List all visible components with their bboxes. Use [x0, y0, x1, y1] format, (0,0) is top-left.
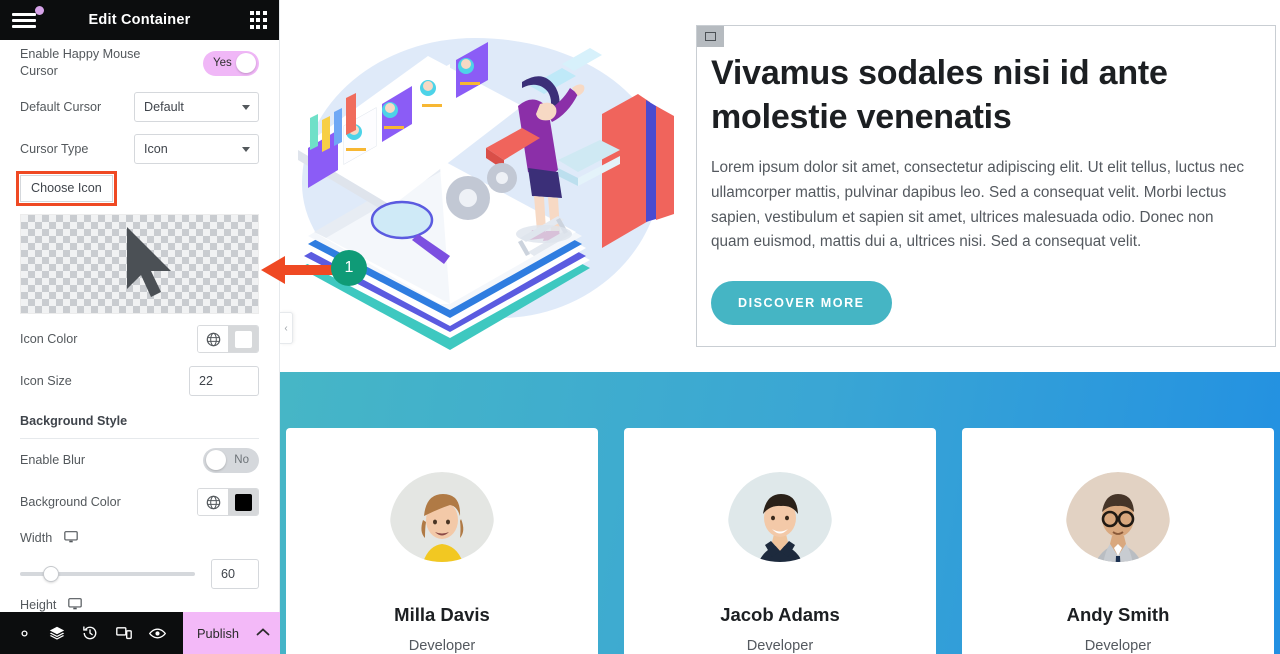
- enable-happy-mouse-cursor-toggle[interactable]: Yes: [203, 50, 259, 76]
- chevron-down-icon: [242, 147, 250, 152]
- hero-content-container[interactable]: Vivamus sodales nisi id ante molestie ve…: [696, 25, 1276, 347]
- hero-paragraph: Lorem ipsum dolor sit amet, consectetur …: [711, 159, 1245, 251]
- globe-icon[interactable]: [198, 326, 228, 352]
- footer-icon-bar: [0, 612, 183, 654]
- publish-area: Publish: [183, 612, 280, 654]
- chevron-down-icon: [242, 105, 250, 110]
- width-slider-row: 60: [20, 555, 259, 589]
- member-role: Developer: [746, 638, 814, 654]
- control-background-color: Background Color: [20, 481, 259, 523]
- settings-gear-icon[interactable]: [16, 625, 33, 642]
- control-width: Width: [20, 523, 259, 555]
- control-label: Default Cursor: [20, 99, 102, 114]
- control-label: Icon Color: [20, 331, 78, 346]
- recruitment-illustration-svg: [298, 42, 674, 350]
- hero-section: Vivamus sodales nisi id ante molestie ve…: [280, 0, 1280, 372]
- notification-dot: [35, 6, 44, 15]
- control-label: Width: [20, 530, 78, 547]
- avatar: [390, 472, 494, 562]
- toggle-knob: [206, 450, 226, 470]
- enable-blur-toggle[interactable]: No: [203, 447, 259, 473]
- control-label: Enable Happy Mouse Cursor: [20, 47, 141, 78]
- panel-collapse-handle[interactable]: ‹: [280, 312, 293, 344]
- panel-header: Edit Container: [0, 0, 279, 40]
- icon-preview[interactable]: [20, 214, 259, 314]
- screen-root: Vivamus sodales nisi id ante molestie ve…: [0, 0, 1280, 654]
- panel-title: Edit Container: [88, 12, 191, 28]
- control-icon-size: Icon Size 22: [20, 360, 259, 402]
- control-default-cursor: Default Cursor Default: [20, 86, 259, 128]
- cursor-type-select[interactable]: Icon: [134, 134, 259, 164]
- member-name: Jacob Adams: [720, 604, 840, 625]
- hamburger-icon[interactable]: [12, 6, 44, 29]
- control-enable-happy-mouse-cursor: Enable Happy Mouse Cursor Yes: [20, 40, 259, 86]
- default-cursor-select[interactable]: Default: [134, 92, 259, 122]
- panel-body: Enable Happy Mouse Cursor Yes Default Cu…: [0, 40, 279, 612]
- width-slider[interactable]: [20, 566, 195, 582]
- control-label: Cursor Type: [20, 141, 89, 156]
- control-enable-blur: Enable Blur No: [20, 439, 259, 481]
- background-color-swatch[interactable]: [228, 489, 258, 515]
- step-annotation: 1: [255, 250, 375, 295]
- member-name: Milla Davis: [394, 604, 490, 625]
- editor-canvas: Vivamus sodales nisi id ante molestie ve…: [280, 0, 1280, 654]
- choose-icon-button[interactable]: Choose Icon: [20, 175, 113, 202]
- responsive-desktop-icon[interactable]: [63, 530, 78, 548]
- chevron-up-icon[interactable]: [256, 624, 270, 642]
- step-number-badge: 1: [331, 250, 367, 286]
- team-card[interactable]: Andy Smith Developer: [962, 428, 1274, 654]
- member-role: Developer: [1084, 638, 1152, 654]
- toggle-value: Yes: [213, 56, 232, 69]
- team-card[interactable]: Milla Davis Developer: [286, 428, 598, 654]
- grid-apps-icon[interactable]: [249, 11, 267, 29]
- control-height: Height: [20, 589, 259, 612]
- hero-title: Vivamus sodales nisi id ante molestie ve…: [711, 54, 1168, 136]
- control-label: Height: [20, 597, 82, 612]
- control-icon-color: Icon Color: [20, 318, 259, 360]
- icon-size-input[interactable]: 22: [189, 366, 259, 396]
- history-revisions-icon[interactable]: [81, 624, 99, 642]
- width-label-text: Width: [20, 531, 53, 546]
- discover-more-button[interactable]: DISCOVER MORE: [711, 281, 892, 326]
- icon-color-swatch[interactable]: [228, 326, 258, 352]
- panel-footer: Publish: [0, 612, 280, 654]
- member-name: Andy Smith: [1066, 604, 1170, 625]
- container-handle-icon[interactable]: [697, 26, 724, 47]
- team-section: Milla Davis Developer Jacob Adams Develo…: [280, 372, 1280, 654]
- width-input[interactable]: 60: [211, 559, 259, 589]
- background-style-heading: Background Style: [20, 414, 128, 428]
- control-label: Background Color: [20, 494, 121, 509]
- choose-icon-wrapper: Choose Icon: [16, 171, 117, 206]
- slider-thumb[interactable]: [42, 566, 59, 582]
- layers-navigator-icon[interactable]: [48, 624, 66, 642]
- preview-eye-icon[interactable]: [148, 624, 167, 643]
- responsive-desktop-icon[interactable]: [68, 597, 82, 612]
- background-color-control[interactable]: [197, 488, 259, 516]
- avatar: [1066, 472, 1170, 562]
- toggle-knob: [236, 53, 256, 73]
- select-value: Default: [144, 100, 184, 114]
- elementor-edit-panel: Edit Container Enable Happy Mouse Cursor…: [0, 0, 280, 654]
- height-label-text: Height: [20, 598, 57, 612]
- responsive-mode-icon[interactable]: [115, 624, 133, 642]
- publish-button[interactable]: Publish: [197, 626, 239, 641]
- select-value: Icon: [144, 142, 168, 156]
- mouse-pointer-icon: [127, 227, 171, 297]
- avatar: [728, 472, 832, 562]
- member-role: Developer: [408, 638, 476, 654]
- control-cursor-type: Cursor Type Icon: [20, 128, 259, 170]
- icon-color-control[interactable]: [197, 325, 259, 353]
- team-card[interactable]: Jacob Adams Developer: [624, 428, 936, 654]
- globe-icon[interactable]: [198, 489, 228, 515]
- control-label: Enable Blur: [20, 452, 86, 467]
- control-label: Icon Size: [20, 373, 72, 388]
- toggle-value: No: [234, 453, 249, 466]
- hero-illustration: [280, 0, 700, 372]
